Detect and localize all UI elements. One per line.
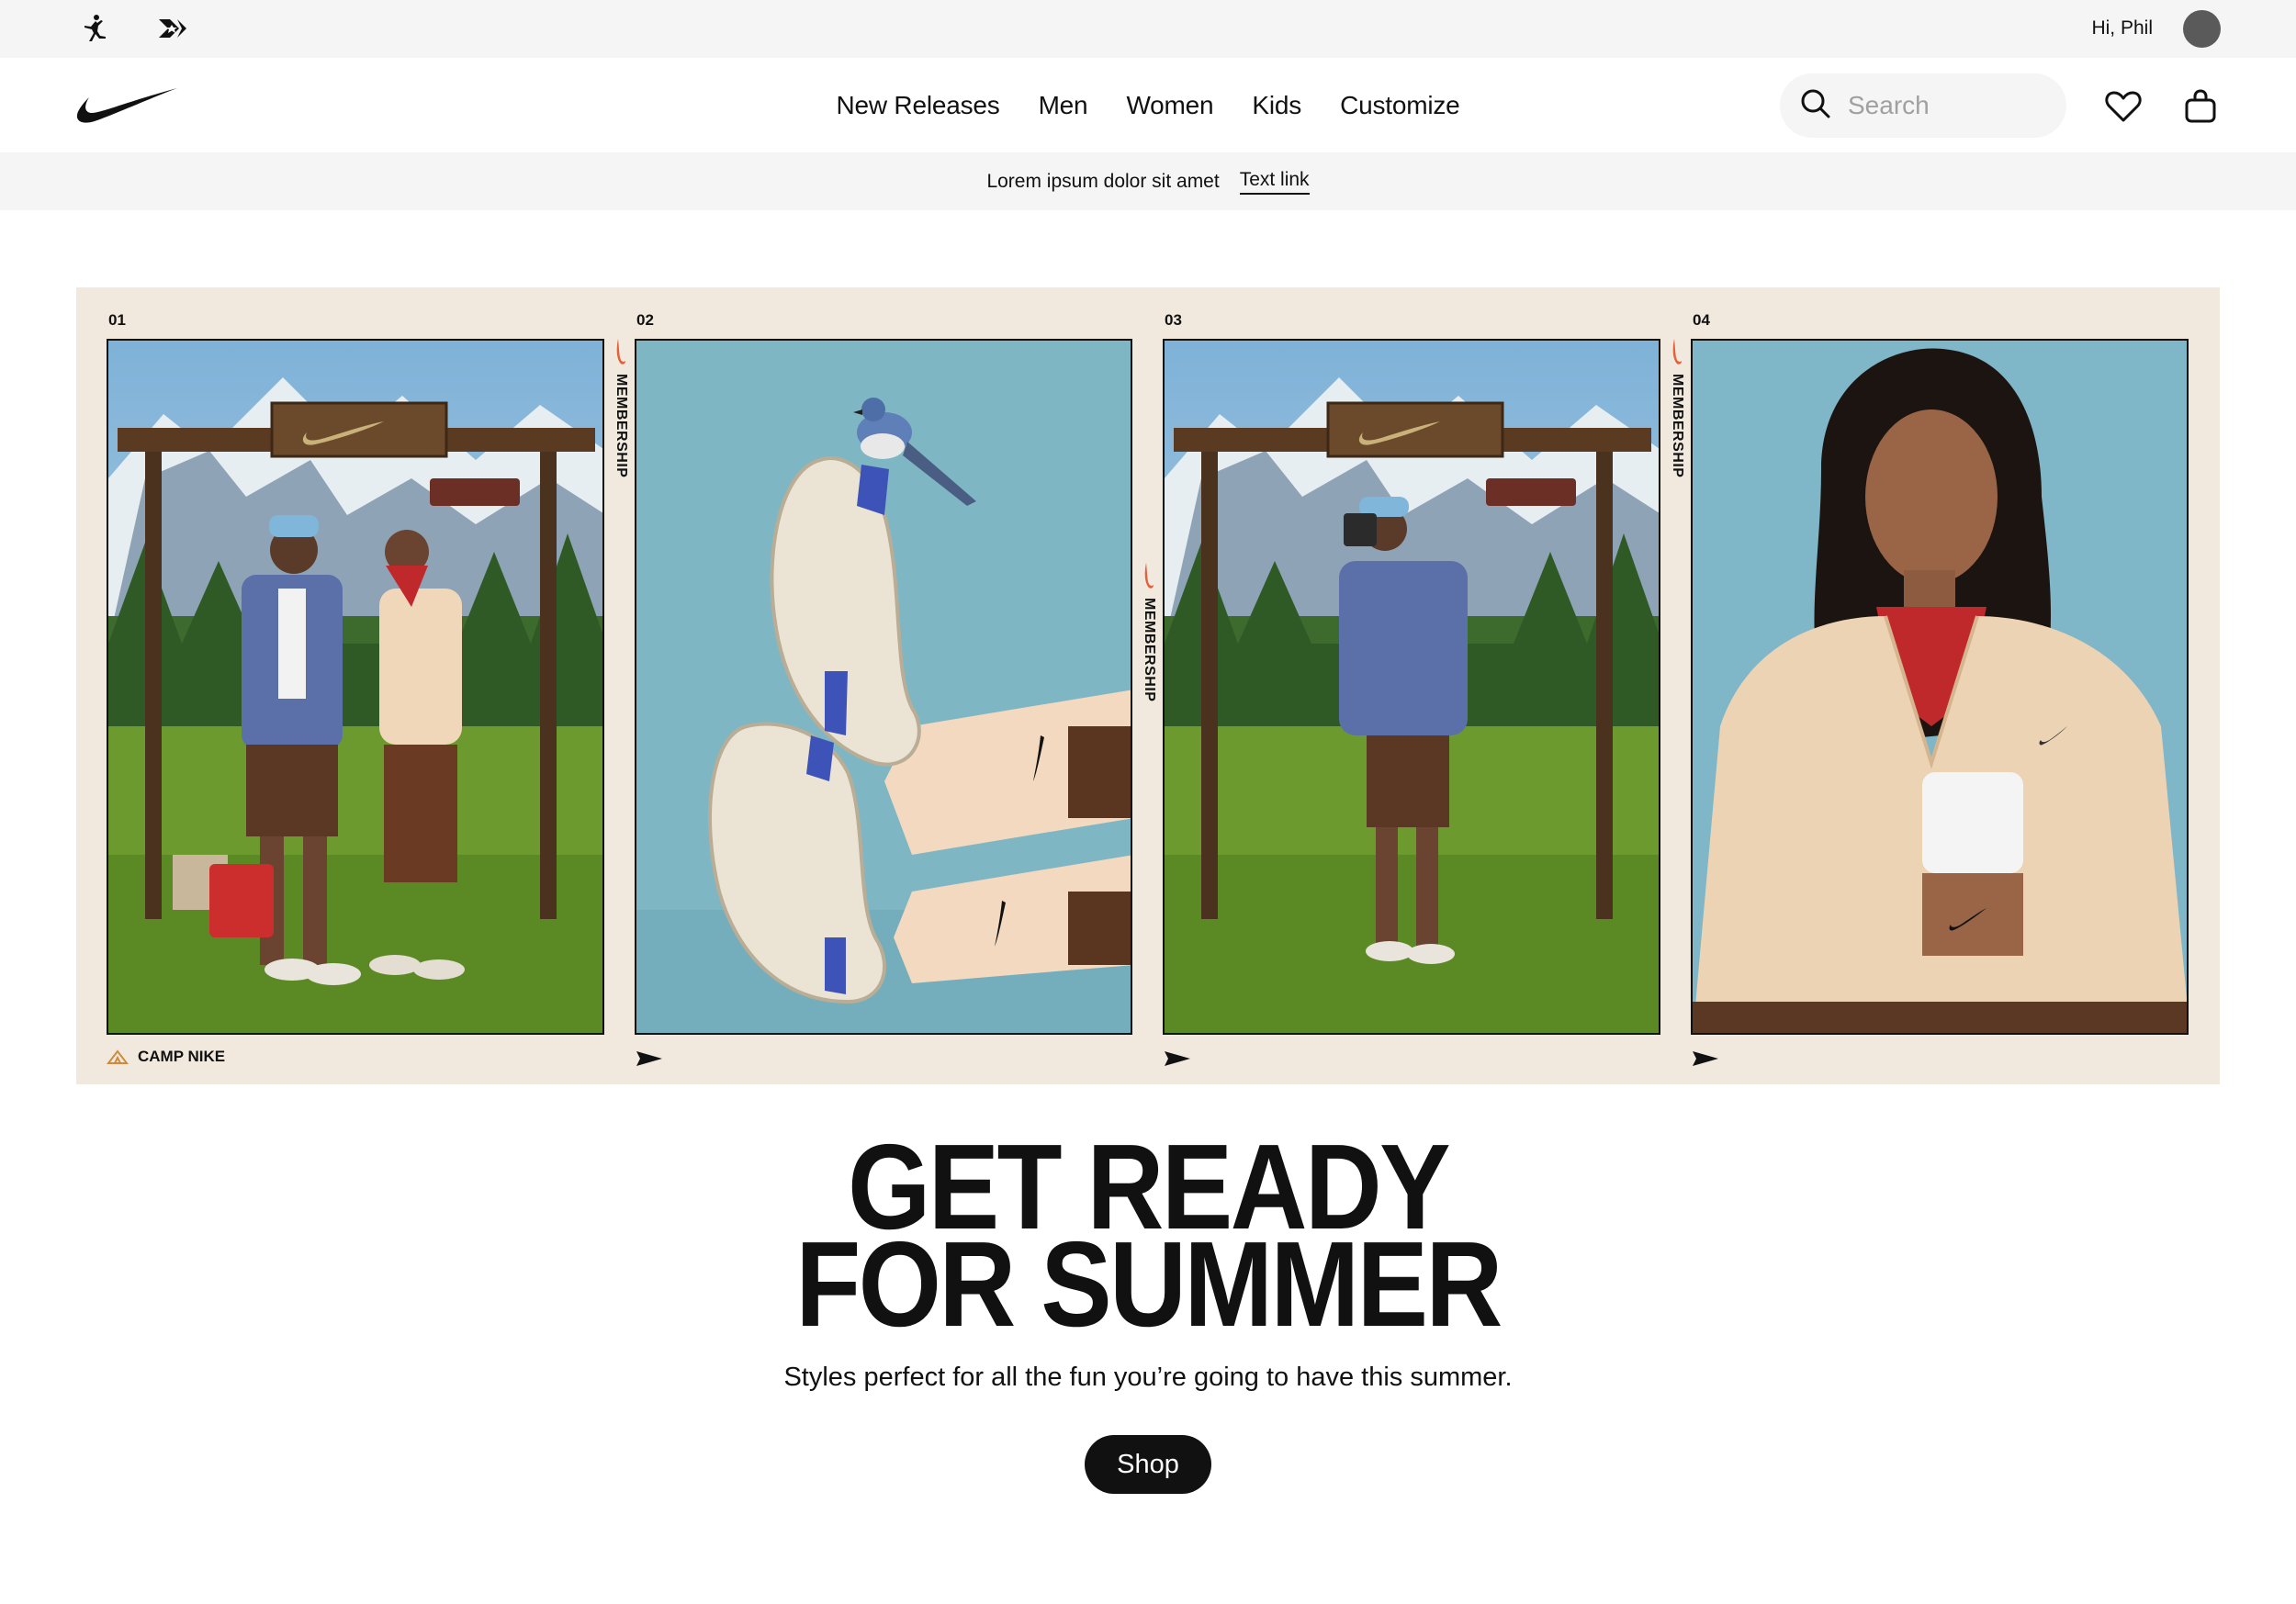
search-input[interactable] [1848, 91, 2050, 120]
nav-men[interactable]: Men [1039, 91, 1088, 120]
converse-star-chevron-icon[interactable] [156, 13, 189, 44]
main-header: New Releases Men Women Kids Customize [0, 58, 2296, 152]
search-icon[interactable] [1800, 88, 1831, 124]
swoosh-icon [1672, 339, 1682, 365]
nav-new-releases[interactable]: New Releases [836, 91, 999, 120]
swoosh-icon [1144, 563, 1154, 589]
hero-photo-camp-camera[interactable] [1163, 339, 1660, 1035]
arrow-flag-icon [1165, 1051, 1190, 1066]
swoosh-icon [616, 339, 625, 365]
nav-women[interactable]: Women [1126, 91, 1213, 120]
panel-number: 01 [108, 311, 126, 329]
hero-headline: GET READY FOR SUMMER [138, 1127, 2158, 1352]
camp-tent-icon [107, 1049, 129, 1064]
membership-label: MEMBERSHIP [613, 374, 629, 478]
search-box[interactable] [1780, 73, 2066, 138]
promo-text: Lorem ipsum dolor sit amet [986, 170, 1220, 192]
membership-tag: MEMBERSHIP [1666, 339, 1688, 477]
membership-tag: MEMBERSHIP [610, 339, 632, 477]
hero-collage[interactable]: 01 02 03 04 MEMBERSHIP MEMBERSHIP MEMBER… [76, 287, 2220, 1084]
nav-kids[interactable]: Kids [1252, 91, 1301, 120]
hero-subline: Styles perfect for all the fun you’re go… [783, 1363, 1513, 1392]
promo-banner: Lorem ipsum dolor sit amet Text link [0, 152, 2296, 210]
membership-label: MEMBERSHIP [1142, 598, 1157, 702]
nike-swoosh-icon[interactable] [74, 86, 179, 125]
avatar[interactable] [2183, 10, 2221, 48]
panel-number: 03 [1165, 311, 1182, 329]
panel-number: 02 [636, 311, 654, 329]
headline-line-2: FOR SUMMER [795, 1217, 1503, 1352]
nav-customize[interactable]: Customize [1340, 91, 1460, 120]
bag-icon[interactable] [2179, 85, 2222, 128]
camp-nike-label: CAMP NIKE [107, 1048, 225, 1066]
arrow-flag-icon [636, 1051, 662, 1066]
hero-photo-sneakers[interactable] [635, 339, 1132, 1035]
panel-number: 04 [1693, 311, 1710, 329]
heart-icon[interactable] [2102, 85, 2144, 128]
membership-tag: MEMBERSHIP [1138, 563, 1160, 701]
membership-label: MEMBERSHIP [1670, 374, 1685, 478]
jordan-jumpman-icon[interactable] [79, 13, 112, 44]
hero-photo-camp-couple[interactable] [107, 339, 604, 1035]
arrow-flag-icon [1693, 1051, 1718, 1066]
hero-photo-woman[interactable] [1691, 339, 2189, 1035]
user-greeting[interactable]: Hi, Phil [2091, 17, 2153, 39]
promo-text-link[interactable]: Text link [1239, 169, 1310, 195]
camp-nike-text: CAMP NIKE [138, 1048, 226, 1065]
shop-button[interactable]: Shop [1085, 1435, 1211, 1494]
utility-bar: Hi, Phil [0, 0, 2296, 58]
